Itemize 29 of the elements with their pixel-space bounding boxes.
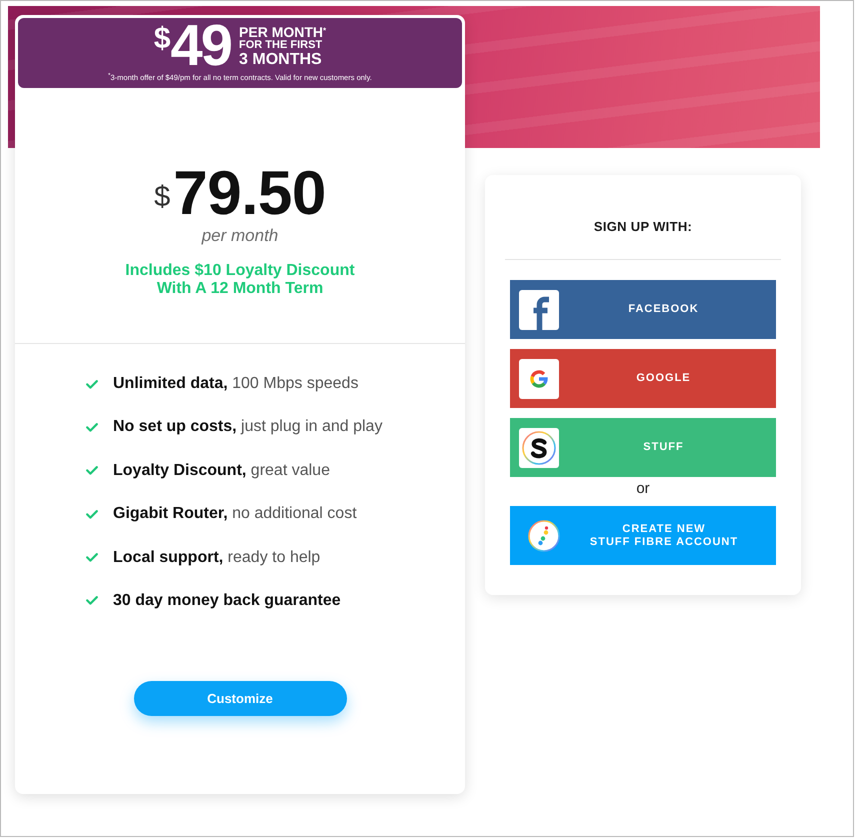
check-icon [86,596,98,606]
signup-heading: SIGN UP WITH: [592,218,694,236]
check-icon [86,380,98,388]
facebook-logo-icon [519,290,559,330]
separator-text: or [635,479,651,499]
feature-text: Gigabit Router, no additional cost [113,504,357,524]
check-icon [86,553,98,562]
check-icon [86,466,98,476]
check-icon [86,510,98,519]
feature-text: No set up costs, just plug in and play [113,417,382,438]
feature-text: Unlimited data, 100 Mbps speeds [113,374,358,394]
price-period: per month [200,225,280,247]
signup-button[interactable]: STUFF [510,418,776,477]
promo-price: $49 [154,22,232,70]
google-logo-icon [519,358,559,398]
check-icon [86,422,98,432]
stuff-logo-icon [519,428,559,468]
dots-logo-icon [528,520,560,552]
feature-text: Loyalty Discount, great value [113,460,330,481]
signup-button[interactable]: GOOGLE [510,349,776,408]
create-account-button[interactable]: CREATE NEW STUFF FIBRE ACCOUNT [510,506,776,565]
currency-symbol: $ [154,182,170,212]
feature-text: Local support, ready to help [113,548,320,568]
signup-button[interactable]: FACEBOOK [510,280,776,339]
price-amount: 79.50 [173,163,326,225]
customize-button[interactable]: Customize [134,680,346,716]
feature-text: 30 day money back guarantee [113,590,341,611]
discount-note: Includes $10 Loyalty Discount With A 12 Month Term [125,262,355,298]
promo-headline: PER MONTH$^{*}$ FOR THE FIRST 3 MONTHS [239,24,326,68]
